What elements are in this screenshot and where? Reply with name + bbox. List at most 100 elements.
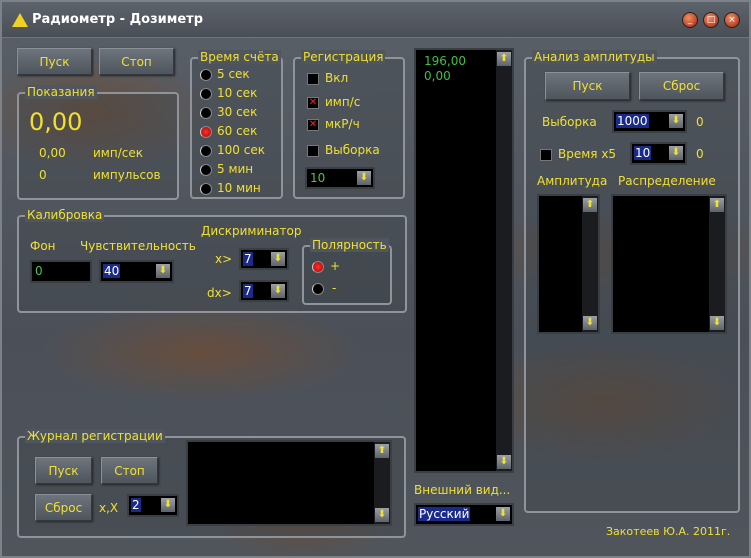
count-time-radio[interactable] — [200, 126, 212, 138]
maximize-button[interactable]: □ — [703, 12, 719, 28]
registration-option: мкР/ч — [325, 117, 360, 131]
journal-reset-button[interactable]: Сброс — [35, 494, 92, 521]
arrow-down-icon[interactable]: ⬇ — [710, 316, 724, 330]
count-time-option: 5 сек — [217, 67, 250, 81]
sensitivity-combo[interactable]: 40 ⬇ — [99, 260, 174, 283]
arrow-down-icon[interactable]: ⬇ — [156, 264, 170, 278]
output-list[interactable]: 196,00 0,00 ⬆ ⬇ — [414, 48, 514, 473]
radiation-icon — [12, 13, 28, 27]
arrow-up-icon[interactable]: ⬆ — [710, 198, 724, 212]
xx-combo[interactable]: 2 ⬇ — [127, 494, 179, 517]
time-x5-checkbox[interactable] — [540, 149, 552, 161]
arrow-down-icon[interactable]: ⬇ — [669, 146, 683, 160]
time-value: 10 — [634, 146, 652, 160]
arrow-down-icon[interactable]: ⬇ — [669, 114, 683, 128]
sample-label: Выборка — [542, 115, 597, 129]
count-time-radio[interactable] — [200, 183, 212, 195]
count-time-radio[interactable] — [200, 145, 212, 157]
minimize-button[interactable]: _ — [682, 12, 698, 28]
count-time-title: Время счёта — [198, 50, 281, 64]
polarity-title: Полярность — [310, 238, 389, 252]
polarity-minus-radio[interactable] — [312, 283, 324, 295]
sensitivity-value: 40 — [103, 264, 121, 278]
x-label: x> — [215, 252, 233, 266]
count-time-radio[interactable] — [200, 107, 212, 119]
scrollbar[interactable]: ⬆ ⬇ — [496, 50, 512, 471]
reading-value: 0,00 — [29, 108, 83, 136]
count-time-radio[interactable] — [200, 164, 212, 176]
background-value: 0 — [35, 264, 43, 278]
app-window: Радиометр - Дозиметр _ □ × Пуск Стоп Пок… — [0, 0, 751, 558]
polarity-plus-radio[interactable] — [312, 261, 324, 273]
rate-value: 0,00 — [39, 146, 66, 160]
appearance-label: Внешний вид... — [414, 483, 511, 497]
registration-combo-value: 10 — [310, 171, 326, 185]
arrow-down-icon[interactable]: ⬇ — [583, 316, 597, 330]
arrow-up-icon[interactable]: ⬆ — [583, 198, 597, 212]
time-x5-label: Время x5 — [558, 147, 617, 161]
registration-combo[interactable]: 10 ⬇ — [305, 167, 375, 189]
amplitude-group: Анализ амплитуды Пуск Сброс Выборка 1000… — [524, 50, 740, 513]
scrollbar[interactable]: ⬆ ⬇ — [709, 196, 725, 332]
distribution-list[interactable]: ⬆ ⬇ — [611, 194, 727, 334]
calibration-title: Калибровка — [25, 208, 105, 222]
journal-stop-button[interactable]: Стоп — [101, 457, 158, 484]
stop-button[interactable]: Стоп — [99, 48, 174, 75]
list-item: 0,00 — [424, 69, 451, 83]
dx-value: 7 — [243, 284, 253, 298]
amplitude-list[interactable]: ⬆ ⬇ — [537, 194, 600, 334]
count-time-option: 10 мин — [217, 181, 261, 195]
amplitude-label: Амплитуда — [537, 174, 608, 188]
title-bar: Радиометр - Дозиметр _ □ × — [2, 2, 749, 38]
readings-title: Показания — [25, 85, 97, 99]
amplitude-reset-button[interactable]: Сброс — [639, 72, 724, 100]
output-list-items: 196,00 0,00 — [424, 54, 466, 84]
start-button[interactable]: Пуск — [17, 48, 92, 75]
journal-start-button[interactable]: Пуск — [35, 457, 92, 484]
scrollbar[interactable]: ⬆ ⬇ — [582, 196, 598, 332]
appearance-combo[interactable]: Русский ⬇ — [414, 503, 514, 526]
time-combo[interactable]: 10 ⬇ — [630, 142, 687, 165]
appearance-value: Русский — [418, 507, 471, 521]
count-time-group: Время счёта 5 сек 10 сек 30 сек 60 сек 100 с… — [190, 50, 283, 199]
arrow-up-icon[interactable]: ⬆ — [375, 444, 389, 458]
time-count: 0 — [696, 147, 704, 161]
count-time-option: 5 мин — [217, 162, 254, 176]
arrow-up-icon[interactable]: ⬆ — [497, 52, 511, 66]
polarity-minus-label: - — [332, 281, 337, 295]
arrow-down-icon[interactable]: ⬇ — [496, 507, 510, 521]
distribution-label: Распределение — [618, 174, 716, 188]
x-combo[interactable]: 7 ⬇ — [239, 248, 289, 270]
registration-checkbox[interactable]: ✕ — [307, 119, 319, 131]
window-title: Радиометр - Дозиметр — [32, 12, 204, 27]
amplitude-start-button[interactable]: Пуск — [545, 72, 630, 100]
registration-checkbox[interactable]: ✕ — [307, 97, 319, 109]
count-time-option: 10 сек — [217, 86, 258, 100]
sample-count: 0 — [696, 115, 704, 129]
registration-checkbox[interactable] — [307, 145, 319, 157]
background-input[interactable]: 0 — [30, 260, 92, 283]
dx-label: dx> — [207, 286, 232, 300]
registration-checkbox[interactable] — [307, 73, 319, 85]
count-time-radio[interactable] — [200, 69, 212, 81]
dx-combo[interactable]: 7 ⬇ — [239, 280, 289, 302]
journal-list[interactable]: ⬆ ⬇ — [186, 440, 392, 526]
scrollbar[interactable]: ⬆ ⬇ — [374, 442, 390, 524]
rate-unit: имп/сек — [93, 146, 143, 160]
x-value: 7 — [243, 252, 253, 266]
arrow-down-icon[interactable]: ⬇ — [161, 498, 175, 512]
registration-option: Выборка — [325, 143, 380, 157]
arrow-down-icon[interactable]: ⬇ — [497, 455, 511, 469]
arrow-down-icon[interactable]: ⬇ — [375, 508, 389, 522]
registration-title: Регистрация — [301, 50, 386, 64]
arrow-down-icon[interactable]: ⬇ — [271, 252, 285, 266]
count-time-radio[interactable] — [200, 88, 212, 100]
xx-value: 2 — [131, 498, 141, 512]
close-button[interactable]: × — [724, 12, 740, 28]
count-time-option: 60 сек — [217, 124, 258, 138]
author-credit: Закотеев Ю.А. 2011г. — [606, 525, 731, 538]
arrow-down-icon[interactable]: ⬇ — [271, 284, 285, 298]
sample-combo[interactable]: 1000 ⬇ — [612, 110, 687, 133]
xx-label: x,X — [99, 501, 119, 515]
arrow-down-icon[interactable]: ⬇ — [357, 171, 371, 185]
